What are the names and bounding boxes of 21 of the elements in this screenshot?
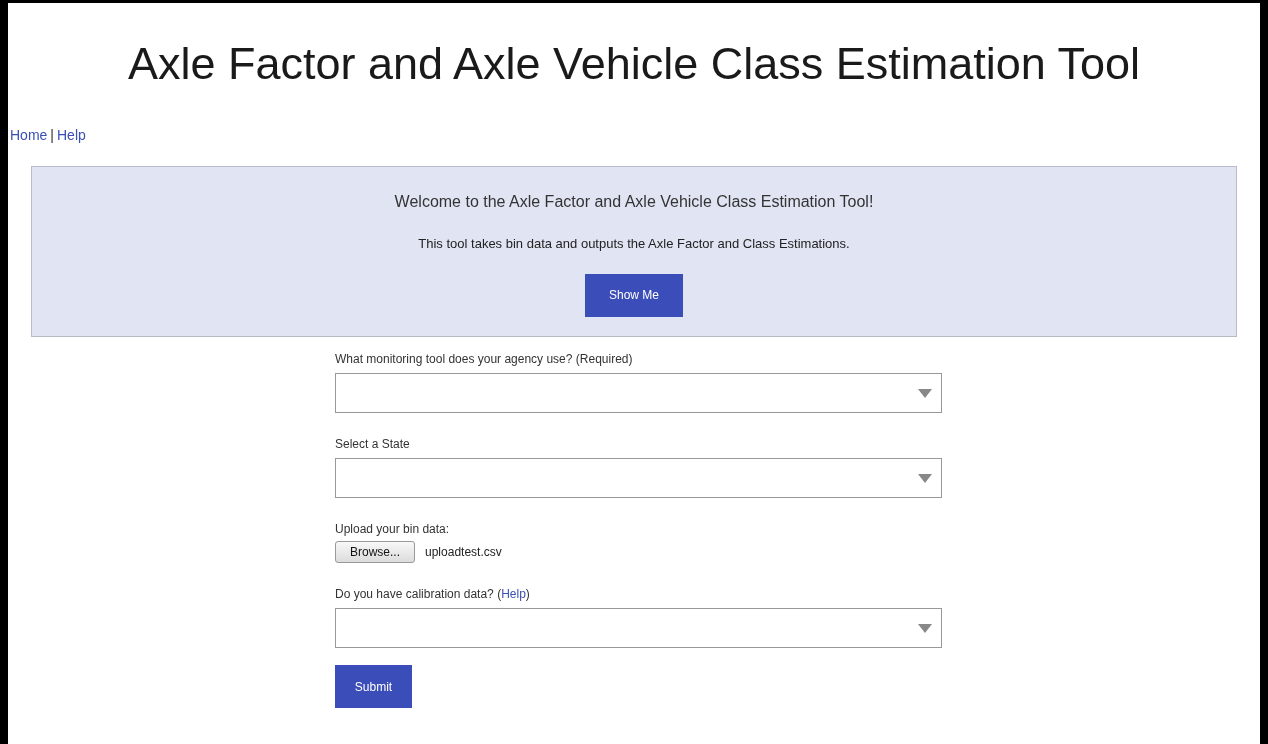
- browse-button[interactable]: Browse...: [335, 541, 415, 563]
- field-label: What monitoring tool does your agency use? (Required): [335, 352, 633, 366]
- help-link[interactable]: Help: [501, 587, 526, 601]
- welcome-heading: Welcome to the Axle Factor and Axle Vehicle Class Estimation Tool!: [394, 192, 874, 212]
- dropdown-arrow-icon: [918, 473, 932, 483]
- show-me-button[interactable]: Show Me: [585, 273, 683, 317]
- nav-link[interactable]: Help: [57, 125, 86, 146]
- field-label: Do you have calibration data? (Help): [335, 587, 530, 601]
- file-name: uploadtest.csv: [425, 544, 502, 561]
- select-field[interactable]: [335, 608, 942, 648]
- submit-button[interactable]: Submit: [335, 665, 412, 708]
- nav-link[interactable]: Home: [10, 125, 48, 146]
- welcome-text: This tool takes bin data and outputs the Axle Factor and Class Estimations.: [418, 235, 850, 253]
- field-label: Select a State: [335, 437, 410, 451]
- field-label: Upload your bin data:: [335, 522, 450, 536]
- nav-separator: |: [50, 126, 54, 145]
- dropdown-arrow-icon: [918, 623, 932, 633]
- select-field[interactable]: [335, 373, 942, 413]
- dropdown-arrow-icon: [918, 388, 932, 398]
- page-title: Axle Factor and Axle Vehicle Class Estimation Tool: [126, 37, 1142, 91]
- select-field[interactable]: [335, 458, 942, 498]
